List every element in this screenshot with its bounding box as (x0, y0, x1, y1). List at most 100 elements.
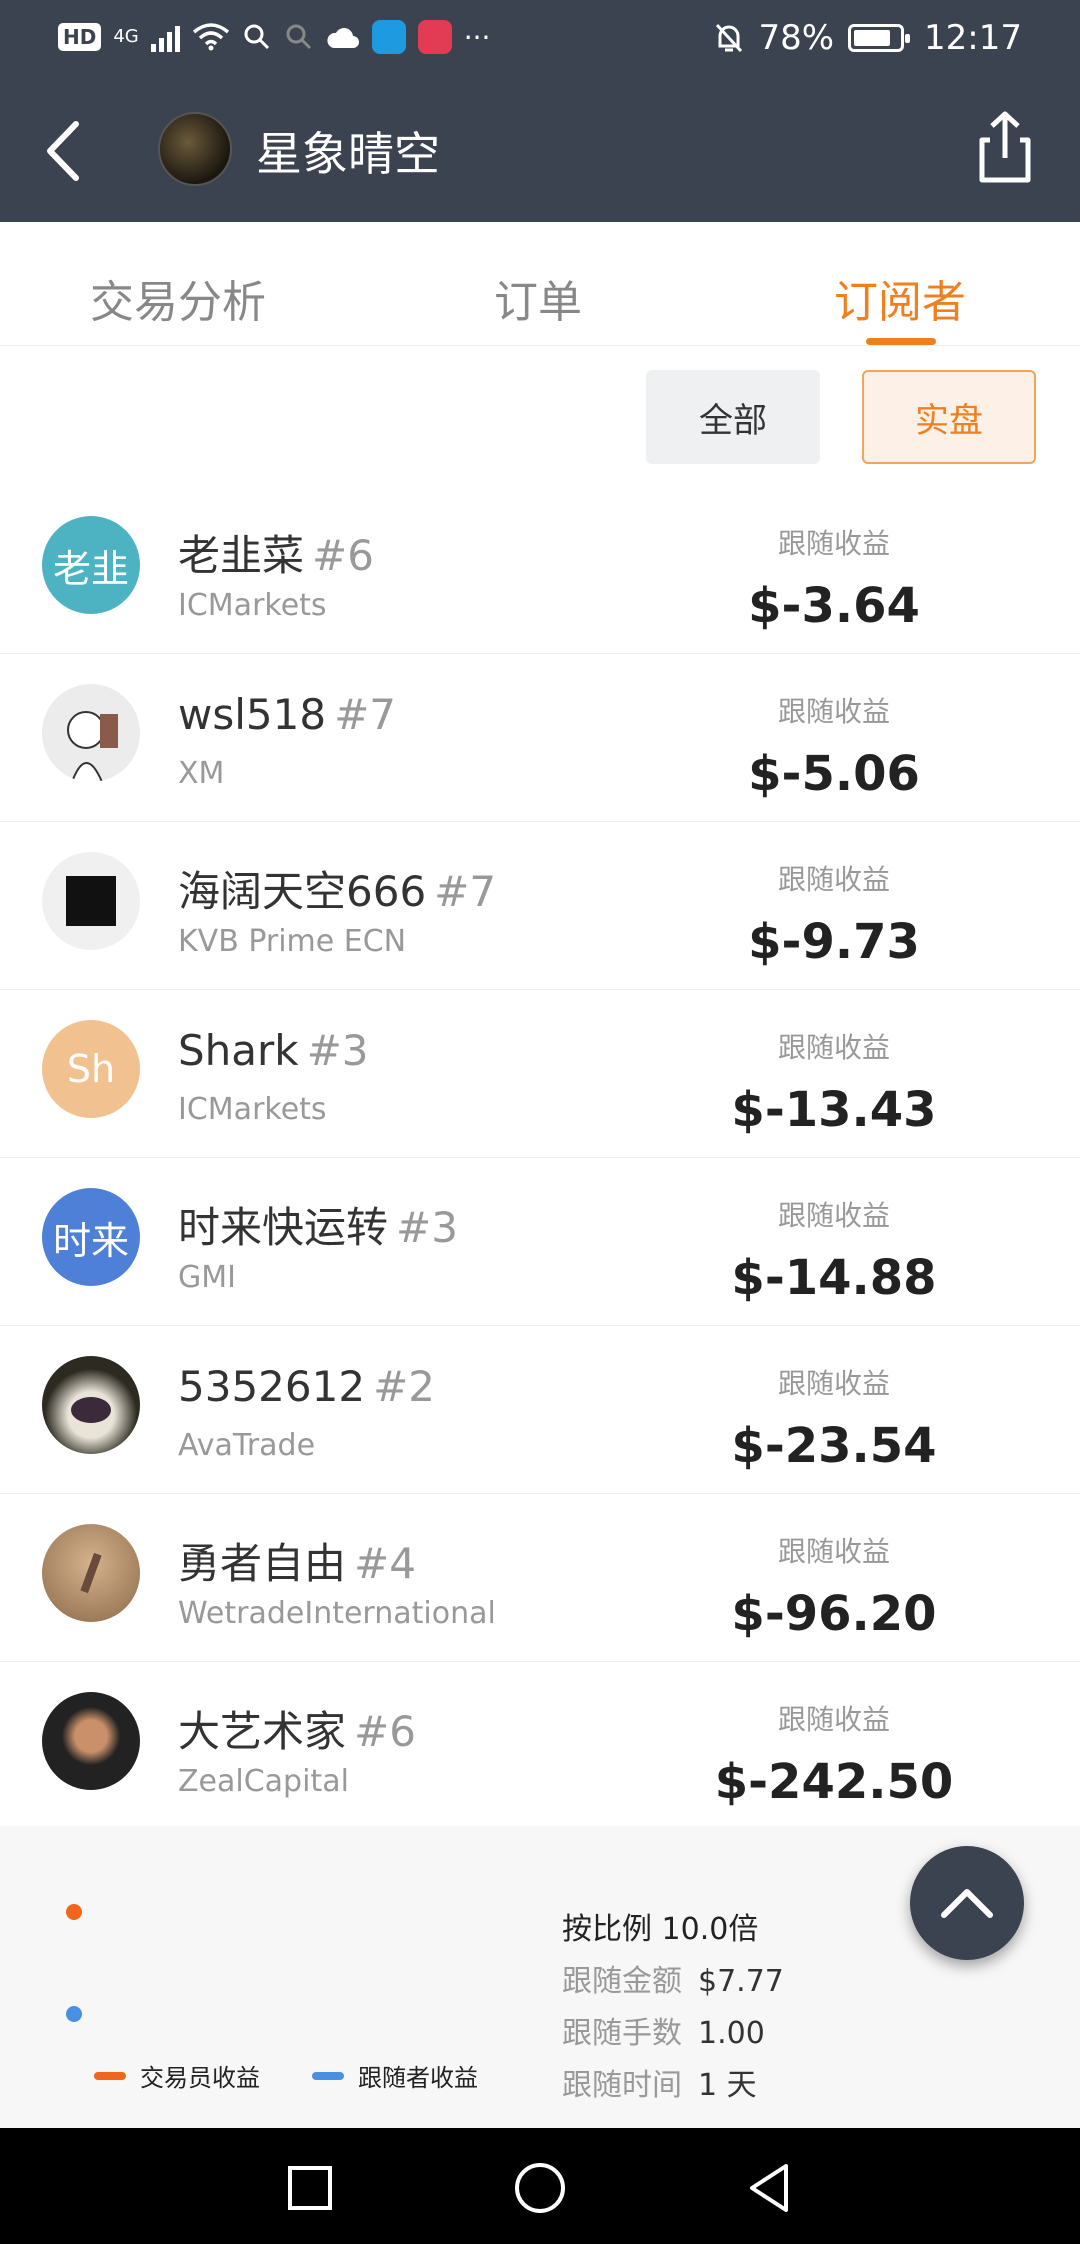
clock: 12:17 (924, 18, 1022, 58)
recent-apps-icon[interactable] (282, 2160, 338, 2216)
avatar (42, 1356, 140, 1454)
profit-value: $-242.50 (714, 1754, 954, 1810)
name-text: 5352612 (178, 1362, 366, 1411)
network-type: 4G (113, 26, 139, 47)
avatar-initials: 老韭 (52, 546, 129, 591)
list-item[interactable]: 老韭 老韭菜 #6 ICMarkets 跟随收益 $-3.64 (0, 486, 1080, 654)
follow-lots-value: 1.00 (698, 2016, 765, 2051)
avatar: 老韭 (42, 516, 140, 614)
profit-value: $-3.64 (748, 578, 920, 634)
profit-label: 跟随收益 (777, 1535, 890, 1568)
list-item[interactable]: 5352612 #2 AvaTrade 跟随收益 $-23.54 (0, 1326, 1080, 1494)
rank-number: #7 (434, 867, 497, 916)
rank-number: #2 (373, 1362, 435, 1411)
broker-name: KVB Prime ECN (178, 924, 407, 959)
rank-number: #6 (354, 1707, 416, 1756)
profit-value: $-96.20 (731, 1586, 937, 1642)
list-item[interactable]: 海阔天空666 #7 KVB Prime ECN 跟随收益 $-9.73 (0, 822, 1080, 990)
name-text: 海阔天空666 (178, 867, 427, 916)
follow-amount-label: 跟随金额 (562, 1964, 682, 1999)
profit-label: 跟随收益 (777, 863, 890, 896)
legend-trader: 交易员收益 (94, 2058, 260, 2093)
more-icon: ··· (463, 20, 491, 54)
home-icon[interactable] (512, 2160, 568, 2216)
battery-percent: 78% (758, 18, 835, 58)
filter-real-button[interactable]: 实盘 (862, 370, 1036, 464)
list-item[interactable]: wsl518 #7 XM 跟随收益 $-5.06 (0, 654, 1080, 822)
rank-number: #6 (312, 531, 374, 580)
figure-photo (80, 1552, 102, 1594)
broker-name: ICMarkets (178, 1092, 327, 1127)
tab-bar: 交易分析 订单 订阅者 (0, 222, 1080, 346)
follow-amount-value: $7.77 (698, 1964, 784, 1999)
filter-bar: 全部 实盘 (0, 346, 1080, 486)
back-icon[interactable] (742, 2160, 798, 2216)
rank-number: #3 (306, 1026, 369, 1075)
top-bar: HD 4G ··· 78% 12:17 星象晴空 (0, 0, 1080, 222)
name-text: 时来快运转 (178, 1203, 389, 1252)
rank-number: #4 (354, 1539, 416, 1588)
profit-value: $-23.54 (731, 1418, 937, 1474)
avatar (42, 684, 140, 782)
wifi-icon (192, 23, 229, 51)
follow-time-row: 跟随时间 1 天 (562, 2060, 757, 2104)
back-arrow-icon[interactable] (38, 116, 98, 186)
avatar (42, 1692, 140, 1790)
legend-trader-label: 交易员收益 (140, 2064, 260, 2092)
profit-label: 跟随收益 (777, 527, 890, 560)
subscriber-name: Shark #3 (178, 1026, 369, 1075)
avatar (42, 852, 140, 950)
app-header: 星象晴空 (0, 80, 1080, 222)
trader-avatar[interactable] (158, 112, 232, 186)
name-text: wsl518 (178, 690, 327, 739)
ratio-text: 按比例 10.0倍 (562, 1912, 759, 1947)
filter-all-button[interactable]: 全部 (646, 370, 820, 464)
broker-name: ZealCapital (178, 1764, 349, 1799)
app-notification-icon (417, 20, 452, 54)
profit-value: $-14.88 (731, 1250, 937, 1306)
subscriber-name: 老韭菜 #6 (178, 522, 374, 583)
list-item[interactable]: 勇者自由 #4 WetradeInternational 跟随收益 $-96.20 (0, 1494, 1080, 1662)
active-tab-indicator (866, 338, 936, 345)
profit-label: 跟随收益 (777, 1703, 890, 1736)
follower-profit-dot (66, 2006, 82, 2022)
tab-trade-analysis[interactable]: 交易分析 (90, 266, 266, 330)
name-text: Shark (178, 1026, 299, 1075)
rank-number: #7 (334, 690, 396, 739)
list-item[interactable]: 大艺术家 #6 ZealCapital 跟随收益 $-242.50 (0, 1662, 1080, 1830)
name-text: 勇者自由 (178, 1539, 347, 1588)
tab-subscribers[interactable]: 订阅者 (834, 266, 966, 330)
status-bar: HD 4G ··· 78% 12:17 (0, 0, 1080, 80)
trader-profit-dot (66, 1904, 82, 1920)
chevron-up-icon (941, 1889, 993, 1918)
share-icon[interactable] (970, 110, 1040, 184)
subscriber-name: 时来快运转 #3 (178, 1194, 458, 1255)
subscriber-list: 老韭 老韭菜 #6 ICMarkets 跟随收益 $-3.64 wsl518 #7 … (0, 486, 1080, 1830)
profit-label: 跟随收益 (777, 695, 890, 728)
profit-label: 跟随收益 (777, 1031, 890, 1064)
tab-orders[interactable]: 订单 (494, 266, 582, 330)
list-item[interactable]: 时来 时来快运转 #3 GMI 跟随收益 $-14.88 (0, 1158, 1080, 1326)
list-item[interactable]: Sh Shark #3 ICMarkets 跟随收益 $-13.43 (0, 990, 1080, 1158)
subscriber-name: 5352612 #2 (178, 1362, 435, 1411)
scroll-top-button[interactable] (910, 1846, 1024, 1960)
subscriber-name: wsl518 #7 (178, 690, 396, 739)
profit-value: $-5.06 (748, 746, 920, 802)
bell-off-icon (716, 23, 743, 53)
follow-amount-row: 跟随金额 $7.77 (562, 1956, 784, 2000)
name-text: 老韭菜 (178, 531, 305, 580)
name-text: 大艺术家 (178, 1707, 347, 1756)
broker-name: XM (178, 756, 225, 791)
follow-time-label: 跟随时间 (562, 2068, 682, 2103)
hd-badge: HD (58, 23, 102, 51)
follow-time-value: 1 天 (698, 2068, 757, 2103)
avatar: Sh (42, 1020, 140, 1118)
rank-number: #3 (396, 1203, 458, 1252)
avatar-initials: 时来 (52, 1218, 129, 1263)
follow-lots-row: 跟随手数 1.00 (562, 2008, 765, 2052)
cartoon-avatar-icon (67, 696, 118, 782)
legend-follower: 跟随者收益 (312, 2058, 478, 2093)
app-notification-icon (371, 20, 406, 54)
subscriber-name: 大艺术家 #6 (178, 1698, 416, 1759)
dark-square-image (66, 876, 116, 926)
